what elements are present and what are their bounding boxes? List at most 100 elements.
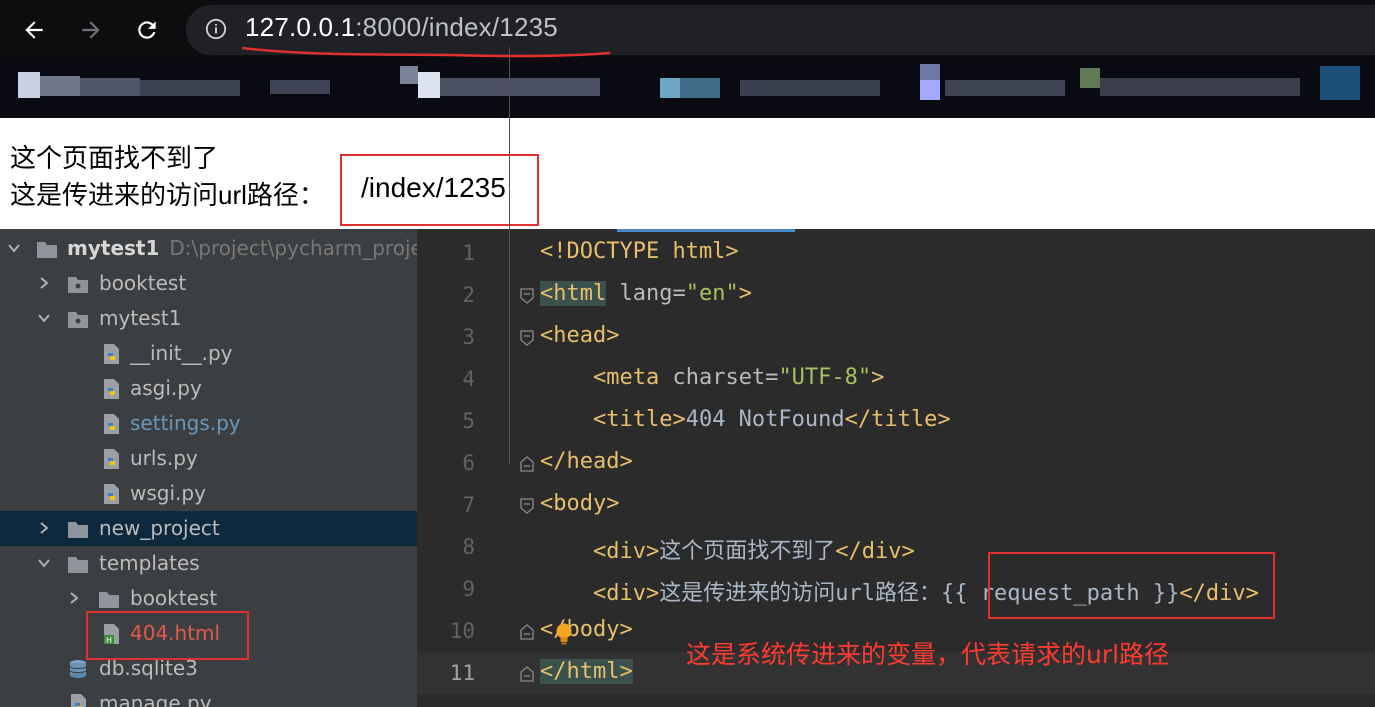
arrow-left-icon xyxy=(25,21,43,39)
reload-button[interactable] xyxy=(129,12,165,48)
python-file-icon xyxy=(104,484,119,504)
line-number: 6 xyxy=(462,451,475,475)
code-head-open: <head> xyxy=(540,323,620,348)
code-html-close: </html> xyxy=(540,659,633,684)
code-line[interactable]: 7 <body> xyxy=(417,484,1375,526)
tree-item-init-py[interactable]: __init__.py xyxy=(0,336,417,371)
folder-icon xyxy=(68,522,88,538)
code-title-close: </title> xyxy=(844,407,951,432)
python-file-icon xyxy=(104,379,119,399)
annotation-note: 这是系统传进来的变量，代表请求的url路径 xyxy=(686,640,1170,669)
code-meta-open: <meta xyxy=(592,365,660,390)
tree-item-label: booktest xyxy=(130,586,218,610)
tree-item-label: settings.py xyxy=(130,411,241,435)
url-path-prefix: 这是传进来的访问url路径： xyxy=(10,180,325,210)
python-file-icon xyxy=(104,344,119,364)
tree-item-wsgi-py[interactable]: wsgi.py xyxy=(0,476,417,511)
tree-item-new-project[interactable]: new_project xyxy=(0,511,417,546)
tree-root-mytest1[interactable]: mytest1 D:\project\pycharm_proje xyxy=(0,231,417,266)
code-title-open: <title> xyxy=(592,407,686,432)
tree-item-label: __init__.py xyxy=(130,341,233,365)
code-attr-value: "en" xyxy=(685,281,739,306)
tree-item-label: new_project xyxy=(99,516,220,540)
code-head-close: </head> xyxy=(540,449,633,474)
chevron-down-icon xyxy=(38,559,50,568)
chevron-right-icon xyxy=(70,592,79,604)
bookmarks-bar-blurred xyxy=(0,58,1375,118)
line-number: 7 xyxy=(462,493,475,517)
reload-icon xyxy=(138,21,156,39)
tree-item-label: wsgi.py xyxy=(130,481,206,505)
request-path-value: /index/1235 xyxy=(361,172,506,203)
code-html-open: <html xyxy=(540,281,607,306)
line-number: 3 xyxy=(462,325,475,349)
code-line[interactable]: 1 <!DOCTYPE html> xyxy=(417,232,1375,274)
code-div-open: <div> xyxy=(592,581,660,606)
folder-icon xyxy=(37,242,57,258)
code-div-open: <div> xyxy=(592,539,660,564)
code-line[interactable]: 6 </head> xyxy=(417,442,1375,484)
arrow-right-icon xyxy=(82,21,100,39)
tree-item-booktest[interactable]: booktest xyxy=(0,266,417,301)
code-title-text: 404 NotFound xyxy=(685,407,845,432)
tree-item-label: manage.py xyxy=(99,691,212,707)
code-attr-value: "UTF-8" xyxy=(778,365,872,390)
forward-button[interactable] xyxy=(73,12,109,48)
python-file-icon xyxy=(71,694,86,707)
line-number: 1 xyxy=(462,241,475,265)
code-tag-close: > xyxy=(738,281,752,306)
line-number: 5 xyxy=(462,409,475,433)
fold-marker-icon[interactable] xyxy=(520,498,534,514)
chevron-down-icon xyxy=(38,314,50,323)
tree-item-templates[interactable]: templates xyxy=(0,546,417,581)
code-line[interactable]: 2 <html lang="en"> xyxy=(417,274,1375,316)
tree-item-urls-py[interactable]: urls.py xyxy=(0,441,417,476)
tree-item-label: urls.py xyxy=(130,446,198,470)
info-icon[interactable] xyxy=(205,18,227,40)
chevron-down-icon xyxy=(8,244,20,253)
database-icon xyxy=(69,660,87,678)
tree-item-label: mytest1 xyxy=(99,306,182,330)
line-number: 2 xyxy=(462,283,475,307)
not-found-message: 这个页面找不到了 xyxy=(10,143,219,173)
tree-item-mytest1[interactable]: mytest1 xyxy=(0,301,417,336)
code-attr: lang= xyxy=(606,281,686,306)
variable-highlight-box xyxy=(988,552,1275,619)
code-tag-close: > xyxy=(871,365,885,390)
code-line[interactable]: 5 <title>404 NotFound</title> xyxy=(417,400,1375,442)
fold-end-marker-icon[interactable] xyxy=(520,624,534,640)
line-number: 4 xyxy=(462,367,475,391)
file-highlight-box xyxy=(86,611,249,660)
browser-toolbar: 127.0.0.1:8000/index/1235 xyxy=(0,0,1375,118)
chevron-right-icon xyxy=(40,277,49,289)
code-body-open: <body> xyxy=(540,491,620,516)
line-number: 11 xyxy=(449,661,475,685)
tree-root-label: mytest1 xyxy=(67,236,160,260)
folder-icon xyxy=(99,592,119,608)
fold-marker-icon[interactable] xyxy=(520,330,534,346)
tree-item-settings-py[interactable]: settings.py xyxy=(0,406,417,441)
code-div-text: 这是传进来的访问url路径： xyxy=(659,581,941,606)
tree-item-manage-py[interactable]: manage.py xyxy=(0,686,417,707)
line-number: 9 xyxy=(462,577,475,601)
fold-end-marker-icon[interactable] xyxy=(520,666,534,682)
python-file-icon xyxy=(104,449,119,469)
tree-item-label: templates xyxy=(99,551,200,575)
line-number: 8 xyxy=(462,535,475,559)
lightbulb-icon[interactable] xyxy=(553,622,575,646)
line-number: 10 xyxy=(449,619,475,643)
fold-marker-icon[interactable] xyxy=(520,288,534,304)
code-div-text: 这个页面找不到了 xyxy=(659,539,836,564)
code-div-close: </div> xyxy=(835,539,915,564)
code-line[interactable]: 3 <head> xyxy=(417,316,1375,358)
folder-icon xyxy=(68,557,88,573)
tree-item-label: booktest xyxy=(99,271,187,295)
code-line[interactable]: 4 <meta charset="UTF-8"> xyxy=(417,358,1375,400)
chevron-right-icon xyxy=(40,522,49,534)
tree-item-asgi-py[interactable]: asgi.py xyxy=(0,371,417,406)
tree-item-label: asgi.py xyxy=(130,376,202,400)
back-button[interactable] xyxy=(16,12,52,48)
fold-end-marker-icon[interactable] xyxy=(520,456,534,472)
code-attr: charset= xyxy=(659,365,779,390)
package-folder-icon xyxy=(68,277,88,293)
